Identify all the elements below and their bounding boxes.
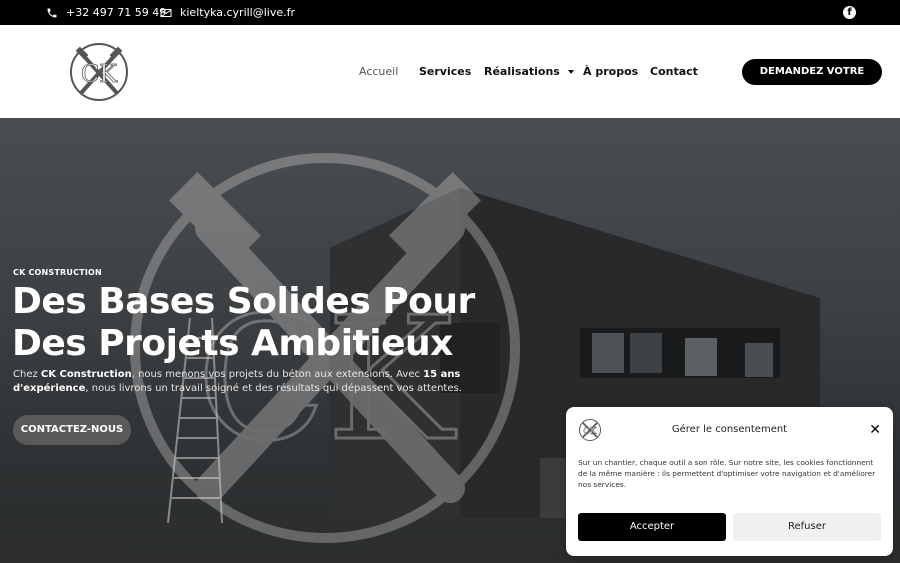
close-icon[interactable]: ✕: [869, 422, 881, 438]
desc-suffix: , nous livrons un travail soigné et des …: [85, 383, 462, 394]
hero-headline-line2: Des Projets Ambitieux: [12, 323, 453, 364]
phone-text: +32 497 71 59 49: [66, 6, 167, 19]
nav-realisations-label: Réalisations: [484, 65, 560, 78]
consent-title: Gérer le consentement: [671, 424, 788, 435]
email-text: kieltyka.cyrill@live.fr: [180, 6, 296, 19]
hero-headline-line1: Des Bases Solides Pour: [12, 281, 475, 322]
refuse-button[interactable]: Refuser: [733, 513, 881, 541]
hero-headline: Des Bases Solides Pour Des Projets Ambit…: [12, 281, 475, 365]
nav-services[interactable]: Services: [419, 65, 471, 78]
consent-text: Sur un chantier, chaque outil a son rôle…: [578, 458, 876, 489]
nav-a-propos[interactable]: À propos: [583, 65, 638, 78]
chevron-down-icon: [567, 70, 574, 74]
facebook-icon[interactable]: f: [843, 6, 856, 19]
hero-eyebrow: CK CONSTRUCTION: [13, 268, 102, 277]
hero-description: Chez CK Construction, nous menons vos pr…: [13, 368, 493, 396]
nav-realisations[interactable]: Réalisations: [484, 65, 574, 78]
contact-us-button[interactable]: CONTACTEZ-NOUS: [13, 415, 131, 445]
desc-prefix: Chez: [13, 369, 41, 380]
desc-brand: CK Construction: [40, 369, 132, 380]
nav-accueil[interactable]: Accueil: [359, 65, 398, 78]
request-quote-button[interactable]: DEMANDEZ VOTRE DEVIS: [742, 59, 882, 103]
email-link[interactable]: kieltyka.cyrill@live.fr: [160, 6, 295, 19]
top-bar: +32 497 71 59 49 kieltyka.cyrill@live.fr…: [0, 0, 900, 25]
site-header: CK Accueil Services Réalisations À propo…: [0, 25, 900, 118]
phone-icon: [47, 8, 57, 17]
cookie-consent-dialog: CK Gérer le consentement ✕ Sur un chanti…: [566, 407, 893, 556]
accept-button[interactable]: Accepter: [578, 513, 726, 541]
envelope-icon: [160, 8, 172, 17]
nav-contact[interactable]: Contact: [650, 65, 698, 78]
desc-middle: , nous menons vos projets du béton aux e…: [131, 369, 424, 380]
phone-link[interactable]: +32 497 71 59 49: [46, 6, 166, 19]
